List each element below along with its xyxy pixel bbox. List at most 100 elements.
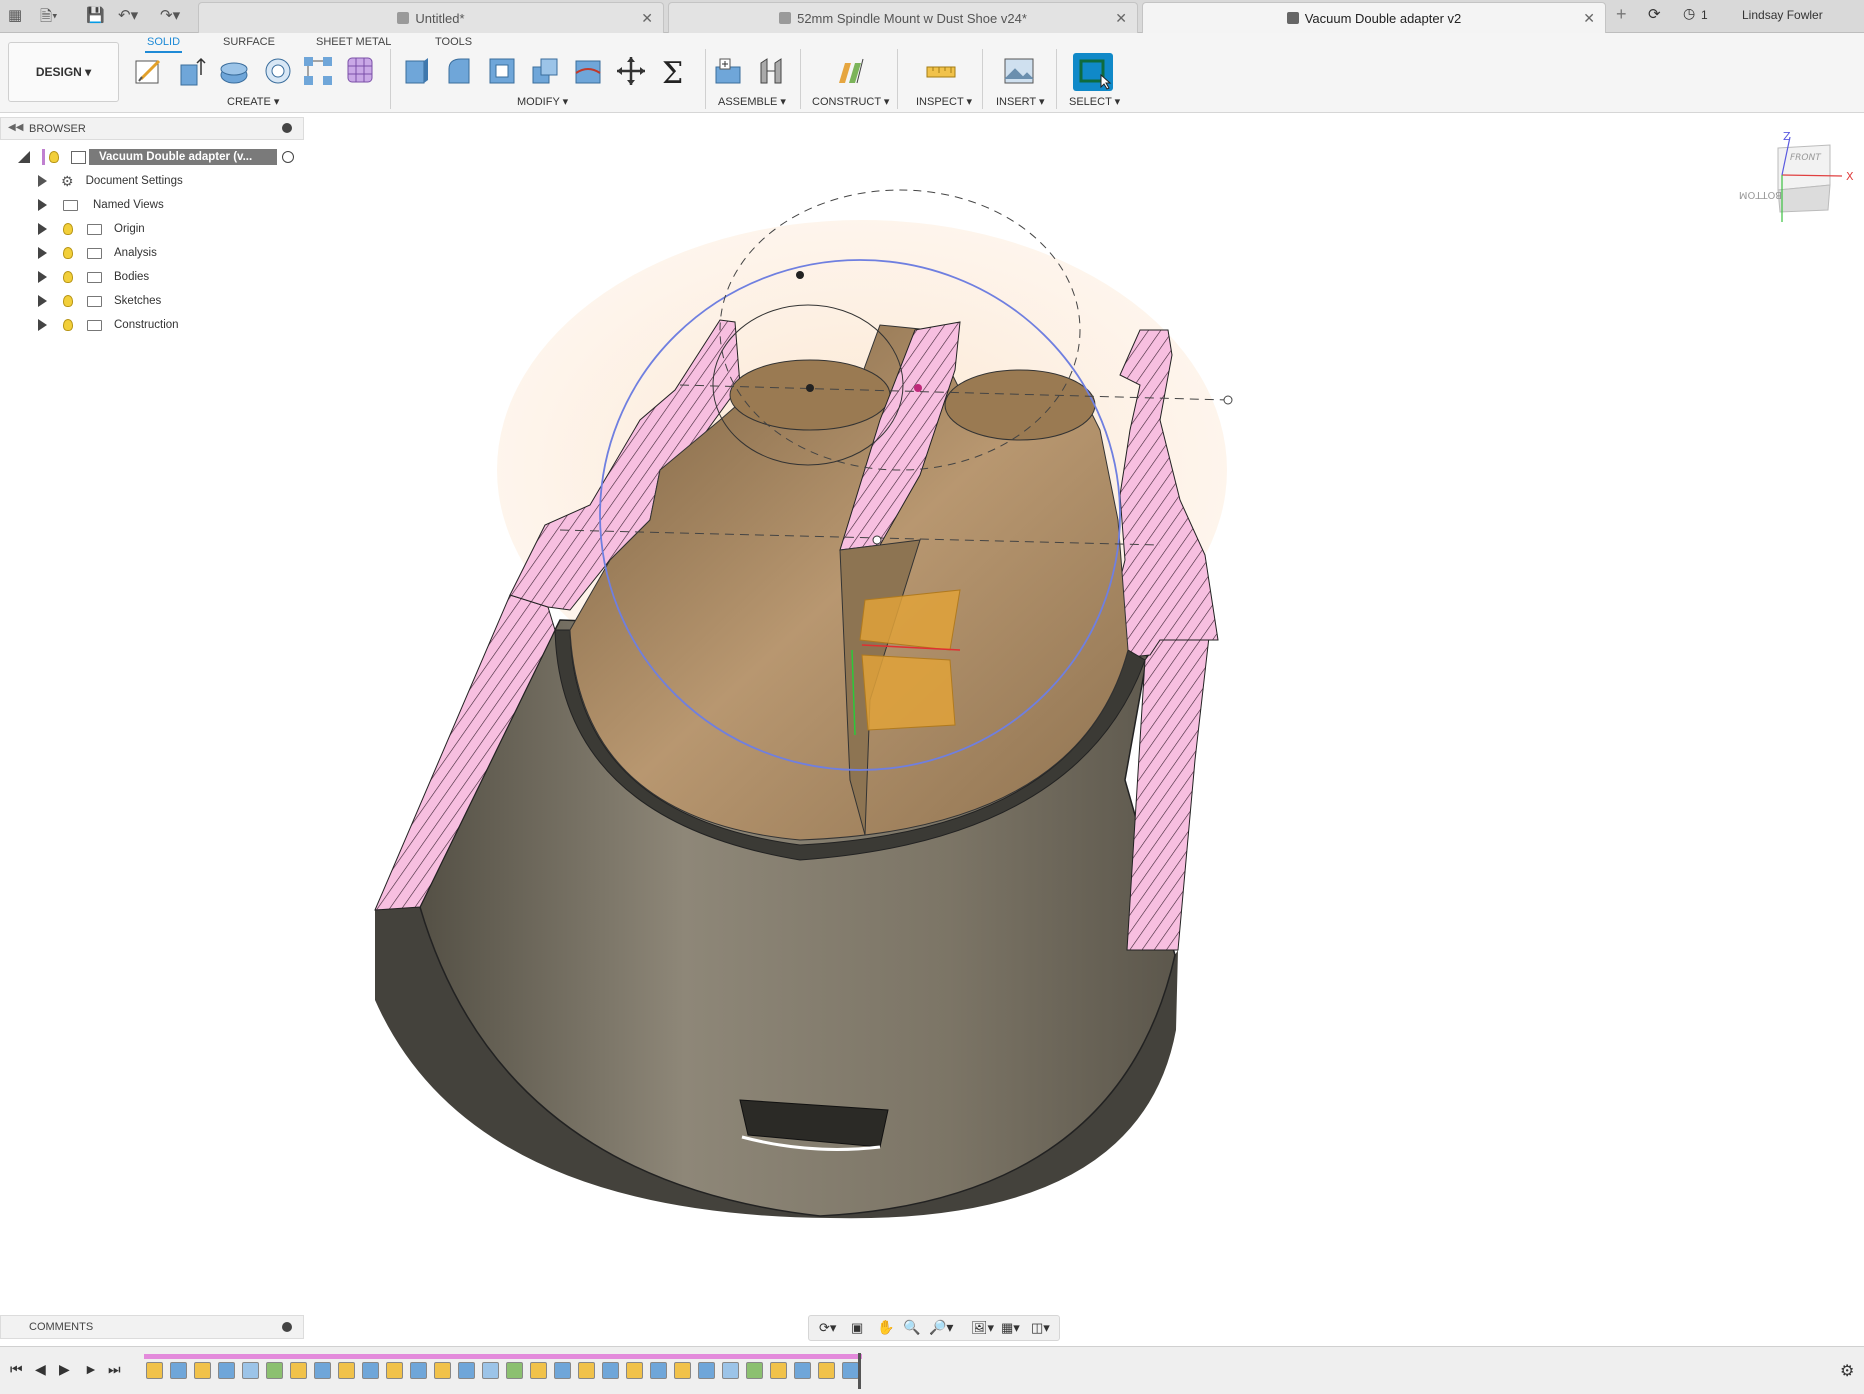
browser-header[interactable]: ◀◀ BROWSER xyxy=(0,117,304,140)
file-menu-icon[interactable]: 🗎▾ xyxy=(40,6,58,31)
select-icon[interactable] xyxy=(1073,53,1113,91)
redo-icon[interactable]: ↷▾ xyxy=(160,6,180,24)
visibility-bulb-icon[interactable] xyxy=(63,271,73,283)
browser-item-sketches[interactable]: Sketches xyxy=(38,291,161,311)
play-icon[interactable]: ▶ xyxy=(59,1361,70,1378)
expand-triangle-icon[interactable] xyxy=(38,319,47,331)
step-forward-icon[interactable]: ► xyxy=(84,1361,98,1377)
collapse-panel-icon[interactable]: ◀◀ xyxy=(8,122,23,133)
timeline-feature-icon[interactable] xyxy=(722,1362,739,1379)
browser-item-document-settings[interactable]: ⚙ Document Settings xyxy=(38,171,183,191)
timeline-feature-icon[interactable] xyxy=(746,1362,763,1379)
timeline-feature-icon[interactable] xyxy=(626,1362,643,1379)
form-icon[interactable] xyxy=(345,55,377,87)
selected-face[interactable] xyxy=(859,589,961,731)
visibility-bulb-icon[interactable] xyxy=(49,151,59,163)
browser-item-analysis[interactable]: Analysis xyxy=(38,243,157,263)
add-comment-icon[interactable] xyxy=(282,1322,292,1332)
timeline-feature-icon[interactable] xyxy=(290,1362,307,1379)
model-viewport[interactable]: FRONT BOTTOM X Z xyxy=(0,113,1864,1313)
measure-icon[interactable] xyxy=(925,55,957,87)
tab-untitled[interactable]: Untitled* ✕ xyxy=(198,2,664,33)
timeline-feature-icon[interactable] xyxy=(482,1362,499,1379)
select-menu[interactable]: SELECT ▾ xyxy=(1069,95,1120,108)
timeline-feature-icon[interactable] xyxy=(266,1362,283,1379)
expand-triangle-icon[interactable] xyxy=(38,175,47,187)
offset-plane-icon[interactable] xyxy=(835,55,867,87)
close-tab-icon[interactable]: ✕ xyxy=(641,10,653,27)
press-pull-icon[interactable] xyxy=(400,55,432,87)
view-cube[interactable]: FRONT BOTTOM X Z xyxy=(1739,130,1854,222)
extensions-icon[interactable]: ⟳ xyxy=(1648,5,1661,23)
grid-settings-icon[interactable]: ▦▾ xyxy=(1001,1320,1020,1336)
viewports-icon[interactable]: ◫▾ xyxy=(1031,1320,1050,1336)
browser-item-origin[interactable]: Origin xyxy=(38,219,145,239)
timeline-feature-icon[interactable] xyxy=(194,1362,211,1379)
sketch-point[interactable] xyxy=(806,384,814,392)
tab-solid[interactable]: SOLID xyxy=(145,33,183,53)
new-tab-icon[interactable]: + xyxy=(1616,4,1627,25)
go-to-end-icon[interactable]: ⏭ xyxy=(108,1361,121,1378)
browser-item-construction[interactable]: Construction xyxy=(38,315,179,335)
zoom-icon[interactable]: 🔍 xyxy=(903,1319,920,1336)
visibility-bulb-icon[interactable] xyxy=(63,247,73,259)
tab-tools[interactable]: TOOLS xyxy=(435,33,472,53)
activate-radio-icon[interactable] xyxy=(282,151,294,163)
extrude-icon[interactable] xyxy=(175,55,207,87)
pan-icon[interactable]: ✋ xyxy=(877,1319,894,1336)
go-to-start-icon[interactable]: ⏮ xyxy=(10,1361,23,1378)
browser-item-bodies[interactable]: Bodies xyxy=(38,267,149,287)
sketch-point[interactable] xyxy=(872,535,882,545)
sketch-point[interactable] xyxy=(914,384,922,392)
app-grid-icon[interactable]: ▦ xyxy=(8,6,22,24)
expand-triangle-icon[interactable] xyxy=(38,295,47,307)
create-menu[interactable]: CREATE ▾ xyxy=(227,95,279,108)
move-copy-icon[interactable] xyxy=(615,55,647,87)
job-count[interactable]: 1 xyxy=(1701,8,1708,22)
browser-root[interactable]: Vacuum Double adapter (v... xyxy=(18,147,294,167)
timeline-marker[interactable] xyxy=(858,1353,861,1389)
sweep-icon[interactable] xyxy=(262,55,294,87)
save-icon[interactable]: 💾 xyxy=(86,6,105,24)
inspect-menu[interactable]: INSPECT ▾ xyxy=(916,95,972,108)
timeline-feature-icon[interactable] xyxy=(554,1362,571,1379)
display-settings-icon[interactable]: 🖼▾ xyxy=(971,1320,994,1336)
timeline-feature-icon[interactable] xyxy=(218,1362,235,1379)
sketch-point[interactable] xyxy=(796,271,804,279)
step-back-icon[interactable]: ◀ xyxy=(35,1361,46,1378)
close-tab-icon[interactable]: ✕ xyxy=(1115,10,1127,27)
expand-triangle-icon[interactable] xyxy=(38,271,47,283)
shell-icon[interactable] xyxy=(486,55,518,87)
look-at-icon[interactable]: ▣ xyxy=(851,1320,863,1336)
joint-icon[interactable] xyxy=(755,55,787,87)
timeline-feature-icon[interactable] xyxy=(170,1362,187,1379)
insert-image-icon[interactable] xyxy=(1003,55,1035,87)
timeline-feature-icon[interactable] xyxy=(314,1362,331,1379)
sum-parameters-icon[interactable]: Σ xyxy=(658,55,690,87)
visibility-bulb-icon[interactable] xyxy=(63,295,73,307)
timeline-feature-icon[interactable] xyxy=(338,1362,355,1379)
expand-triangle-icon[interactable] xyxy=(38,199,47,211)
collapse-triangle-icon[interactable] xyxy=(18,151,30,163)
timeline-feature-icon[interactable] xyxy=(242,1362,259,1379)
browser-options-icon[interactable] xyxy=(282,123,292,133)
close-tab-icon[interactable]: ✕ xyxy=(1583,10,1595,27)
timeline-feature-icon[interactable] xyxy=(410,1362,427,1379)
comments-panel-header[interactable]: COMMENTS xyxy=(0,1315,304,1339)
tab-sheet-metal[interactable]: SHEET METAL xyxy=(316,33,391,53)
construct-menu[interactable]: CONSTRUCT ▾ xyxy=(812,95,889,108)
visibility-bulb-icon[interactable] xyxy=(63,223,73,235)
timeline-feature-icon[interactable] xyxy=(818,1362,835,1379)
tab-surface[interactable]: SURFACE xyxy=(223,33,275,53)
workspace-switcher[interactable]: DESIGN ▾ xyxy=(8,42,119,102)
timeline-feature-icon[interactable] xyxy=(842,1362,859,1379)
new-component-icon[interactable] xyxy=(712,55,744,87)
assemble-menu[interactable]: ASSEMBLE ▾ xyxy=(718,95,786,108)
user-name[interactable]: Lindsay Fowler xyxy=(1742,8,1823,22)
create-sketch-icon[interactable] xyxy=(133,55,165,87)
fillet-icon[interactable] xyxy=(443,55,475,87)
visibility-bulb-icon[interactable] xyxy=(63,319,73,331)
job-status-icon[interactable]: ◷ xyxy=(1683,5,1695,22)
expand-triangle-icon[interactable] xyxy=(38,223,47,235)
undo-icon[interactable]: ↶▾ xyxy=(118,6,138,24)
